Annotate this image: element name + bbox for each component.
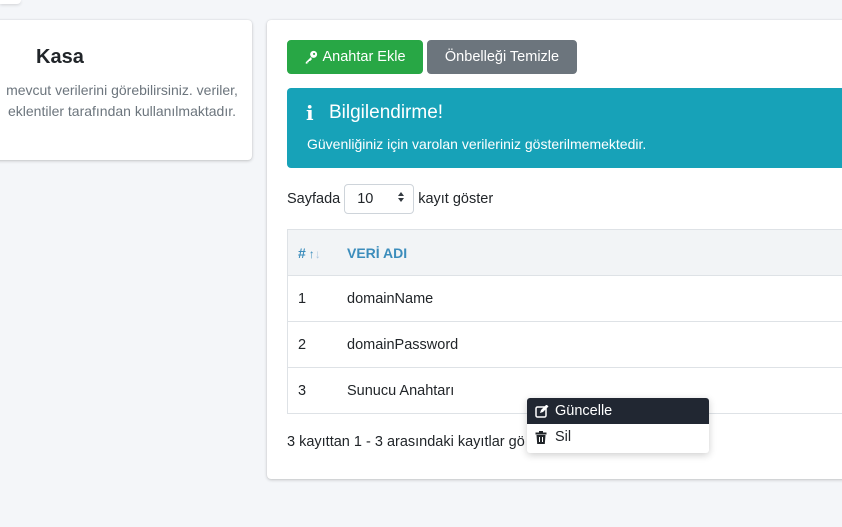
context-menu: Güncelle Sil (527, 398, 709, 453)
row-id: 1 (287, 275, 337, 322)
column-header-id[interactable]: # ↑↓ (287, 229, 337, 276)
data-table: # ↑↓ VERİ ADI 1 domainName 2 domainPasswo… (287, 229, 842, 414)
add-key-label: Anahtar Ekle (322, 49, 406, 65)
context-menu-update[interactable]: Güncelle (527, 398, 709, 424)
add-key-button[interactable]: Anahtar Ekle (287, 40, 423, 74)
alert-title: Bilgilendirme! (329, 102, 444, 123)
vault-info-card: Kasa mevcut verilerini görebilirsiniz. v… (0, 20, 252, 160)
card-description: mevcut verilerini görebilirsiniz. verile… (6, 82, 238, 119)
row-name: domainPassword (337, 321, 842, 368)
info-icon: i (306, 101, 314, 125)
table-row[interactable]: 2 domainPassword (287, 321, 842, 368)
column-header-name[interactable]: VERİ ADI (337, 229, 842, 276)
table-header-row: # ↑↓ VERİ ADI (287, 229, 842, 276)
sort-icon: ↑↓ (308, 246, 321, 261)
alert-text: Güvenliğiniz için varolan verileriniz gö… (307, 136, 647, 152)
clear-cache-button[interactable]: Önbelleği Temizle (427, 40, 577, 74)
clear-cache-label: Önbelleği Temizle (444, 49, 560, 65)
top-stub (0, 0, 21, 4)
edit-icon (535, 404, 549, 418)
table-row[interactable]: 1 domainName (287, 275, 842, 322)
length-suffix: kayıt göster (418, 191, 494, 207)
select-arrows-icon (397, 191, 405, 207)
context-menu-update-label: Güncelle (555, 403, 613, 419)
context-menu-delete[interactable]: Sil (527, 424, 709, 450)
page-length-value: 10 (357, 191, 374, 207)
length-menu: Sayfada 10 kayıt göster (287, 184, 493, 214)
context-menu-delete-label: Sil (555, 429, 572, 445)
info-alert: i Bilgilendirme! Güvenliğiniz için varol… (287, 88, 842, 168)
table-info: 3 kayıttan 1 - 3 arasındaki kayıtlar gö (287, 434, 525, 450)
row-name: domainName (337, 275, 842, 322)
card-title: Kasa (36, 46, 84, 68)
row-id: 3 (287, 367, 337, 414)
page-length-select[interactable]: 10 (344, 184, 415, 214)
length-prefix: Sayfada (287, 191, 341, 207)
row-id: 2 (287, 321, 337, 368)
trash-icon (535, 430, 549, 444)
key-icon (304, 50, 318, 64)
